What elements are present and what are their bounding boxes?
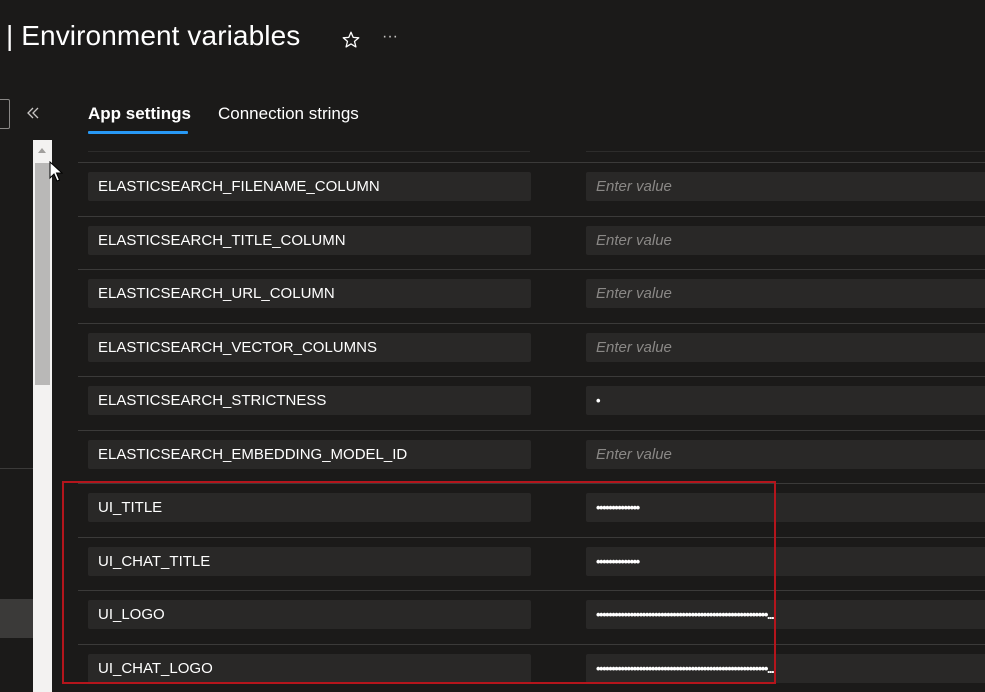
environment-variables-page: | Environment variables ··· App settings… <box>0 0 985 692</box>
title-bar: | Environment variables ··· <box>0 0 985 80</box>
setting-name-field[interactable]: UI_CHAT_LOGO <box>88 654 531 683</box>
setting-value-field[interactable]: • <box>586 386 985 415</box>
setting-name-field[interactable]: UI_LOGO <box>88 600 531 629</box>
setting-value-field[interactable]: ••••••••••••••••••••••••••••••••••••••••… <box>586 654 985 683</box>
setting-value-field[interactable]: Enter value <box>586 333 985 362</box>
setting-name-field[interactable]: ELASTICSEARCH_URL_COLUMN <box>88 279 531 308</box>
tab-connection-strings[interactable]: Connection strings <box>218 104 359 124</box>
table-row-partial <box>78 145 985 162</box>
scroll-up-arrow-icon[interactable] <box>37 146 47 154</box>
setting-name-field[interactable]: ELASTICSEARCH_VECTOR_COLUMNS <box>88 333 531 362</box>
table-row: UI_CHAT_TITLE •••••••••••••• <box>78 538 985 591</box>
setting-value-field[interactable]: Enter value <box>586 440 985 469</box>
setting-name-field[interactable]: UI_TITLE <box>88 493 531 522</box>
collapse-icon[interactable] <box>24 103 42 123</box>
table-row: ELASTICSEARCH_URL_COLUMN Enter value <box>78 270 985 323</box>
setting-value-field[interactable]: Enter value <box>586 172 985 201</box>
table-row: ELASTICSEARCH_STRICTNESS • <box>78 377 985 430</box>
setting-name-field-partial <box>88 145 530 152</box>
table-row: UI_TITLE •••••••••••••• <box>78 484 985 537</box>
star-icon[interactable] <box>341 30 361 50</box>
left-search-input-edge[interactable] <box>0 99 10 129</box>
table-row: ELASTICSEARCH_EMBEDDING_MODEL_ID Enter v… <box>78 431 985 484</box>
setting-value-field[interactable]: ••••••••••••••••••••••••••••••••••••••••… <box>586 600 985 629</box>
setting-value-field[interactable]: Enter value <box>586 226 985 255</box>
setting-name-field[interactable]: ELASTICSEARCH_FILENAME_COLUMN <box>88 172 531 201</box>
scrollbar-thumb[interactable] <box>35 163 50 385</box>
setting-name-field[interactable]: UI_CHAT_TITLE <box>88 547 531 576</box>
setting-value-field[interactable]: •••••••••••••• <box>586 547 985 576</box>
page-title: | Environment variables <box>6 20 301 51</box>
app-settings-table: ELASTICSEARCH_FILENAME_COLUMN Enter valu… <box>78 145 985 692</box>
table-row: UI_LOGO ••••••••••••••••••••••••••••••••… <box>78 591 985 644</box>
setting-name-field[interactable]: ELASTICSEARCH_STRICTNESS <box>88 386 531 415</box>
setting-name-field[interactable]: ELASTICSEARCH_EMBEDDING_MODEL_ID <box>88 440 531 469</box>
left-nav-scrollbar[interactable] <box>33 140 52 692</box>
setting-name-field[interactable]: ELASTICSEARCH_TITLE_COLUMN <box>88 226 531 255</box>
table-row: ELASTICSEARCH_FILENAME_COLUMN Enter valu… <box>78 163 985 216</box>
table-row: ELASTICSEARCH_TITLE_COLUMN Enter value <box>78 217 985 270</box>
left-nav-divider <box>0 468 33 469</box>
table-row: UI_CHAT_LOGO •••••••••••••••••••••••••••… <box>78 645 985 692</box>
setting-value-field[interactable]: •••••••••••••• <box>586 493 985 522</box>
more-icon[interactable]: ··· <box>382 27 402 47</box>
selected-tab-indicator <box>88 131 188 134</box>
tab-app-settings[interactable]: App settings <box>88 104 191 124</box>
mouse-cursor-icon <box>49 161 63 182</box>
setting-value-field[interactable]: Enter value <box>586 279 985 308</box>
setting-value-field-partial <box>586 145 985 152</box>
table-row: ELASTICSEARCH_VECTOR_COLUMNS Enter value <box>78 324 985 377</box>
left-nav-selected-item[interactable] <box>0 599 33 638</box>
